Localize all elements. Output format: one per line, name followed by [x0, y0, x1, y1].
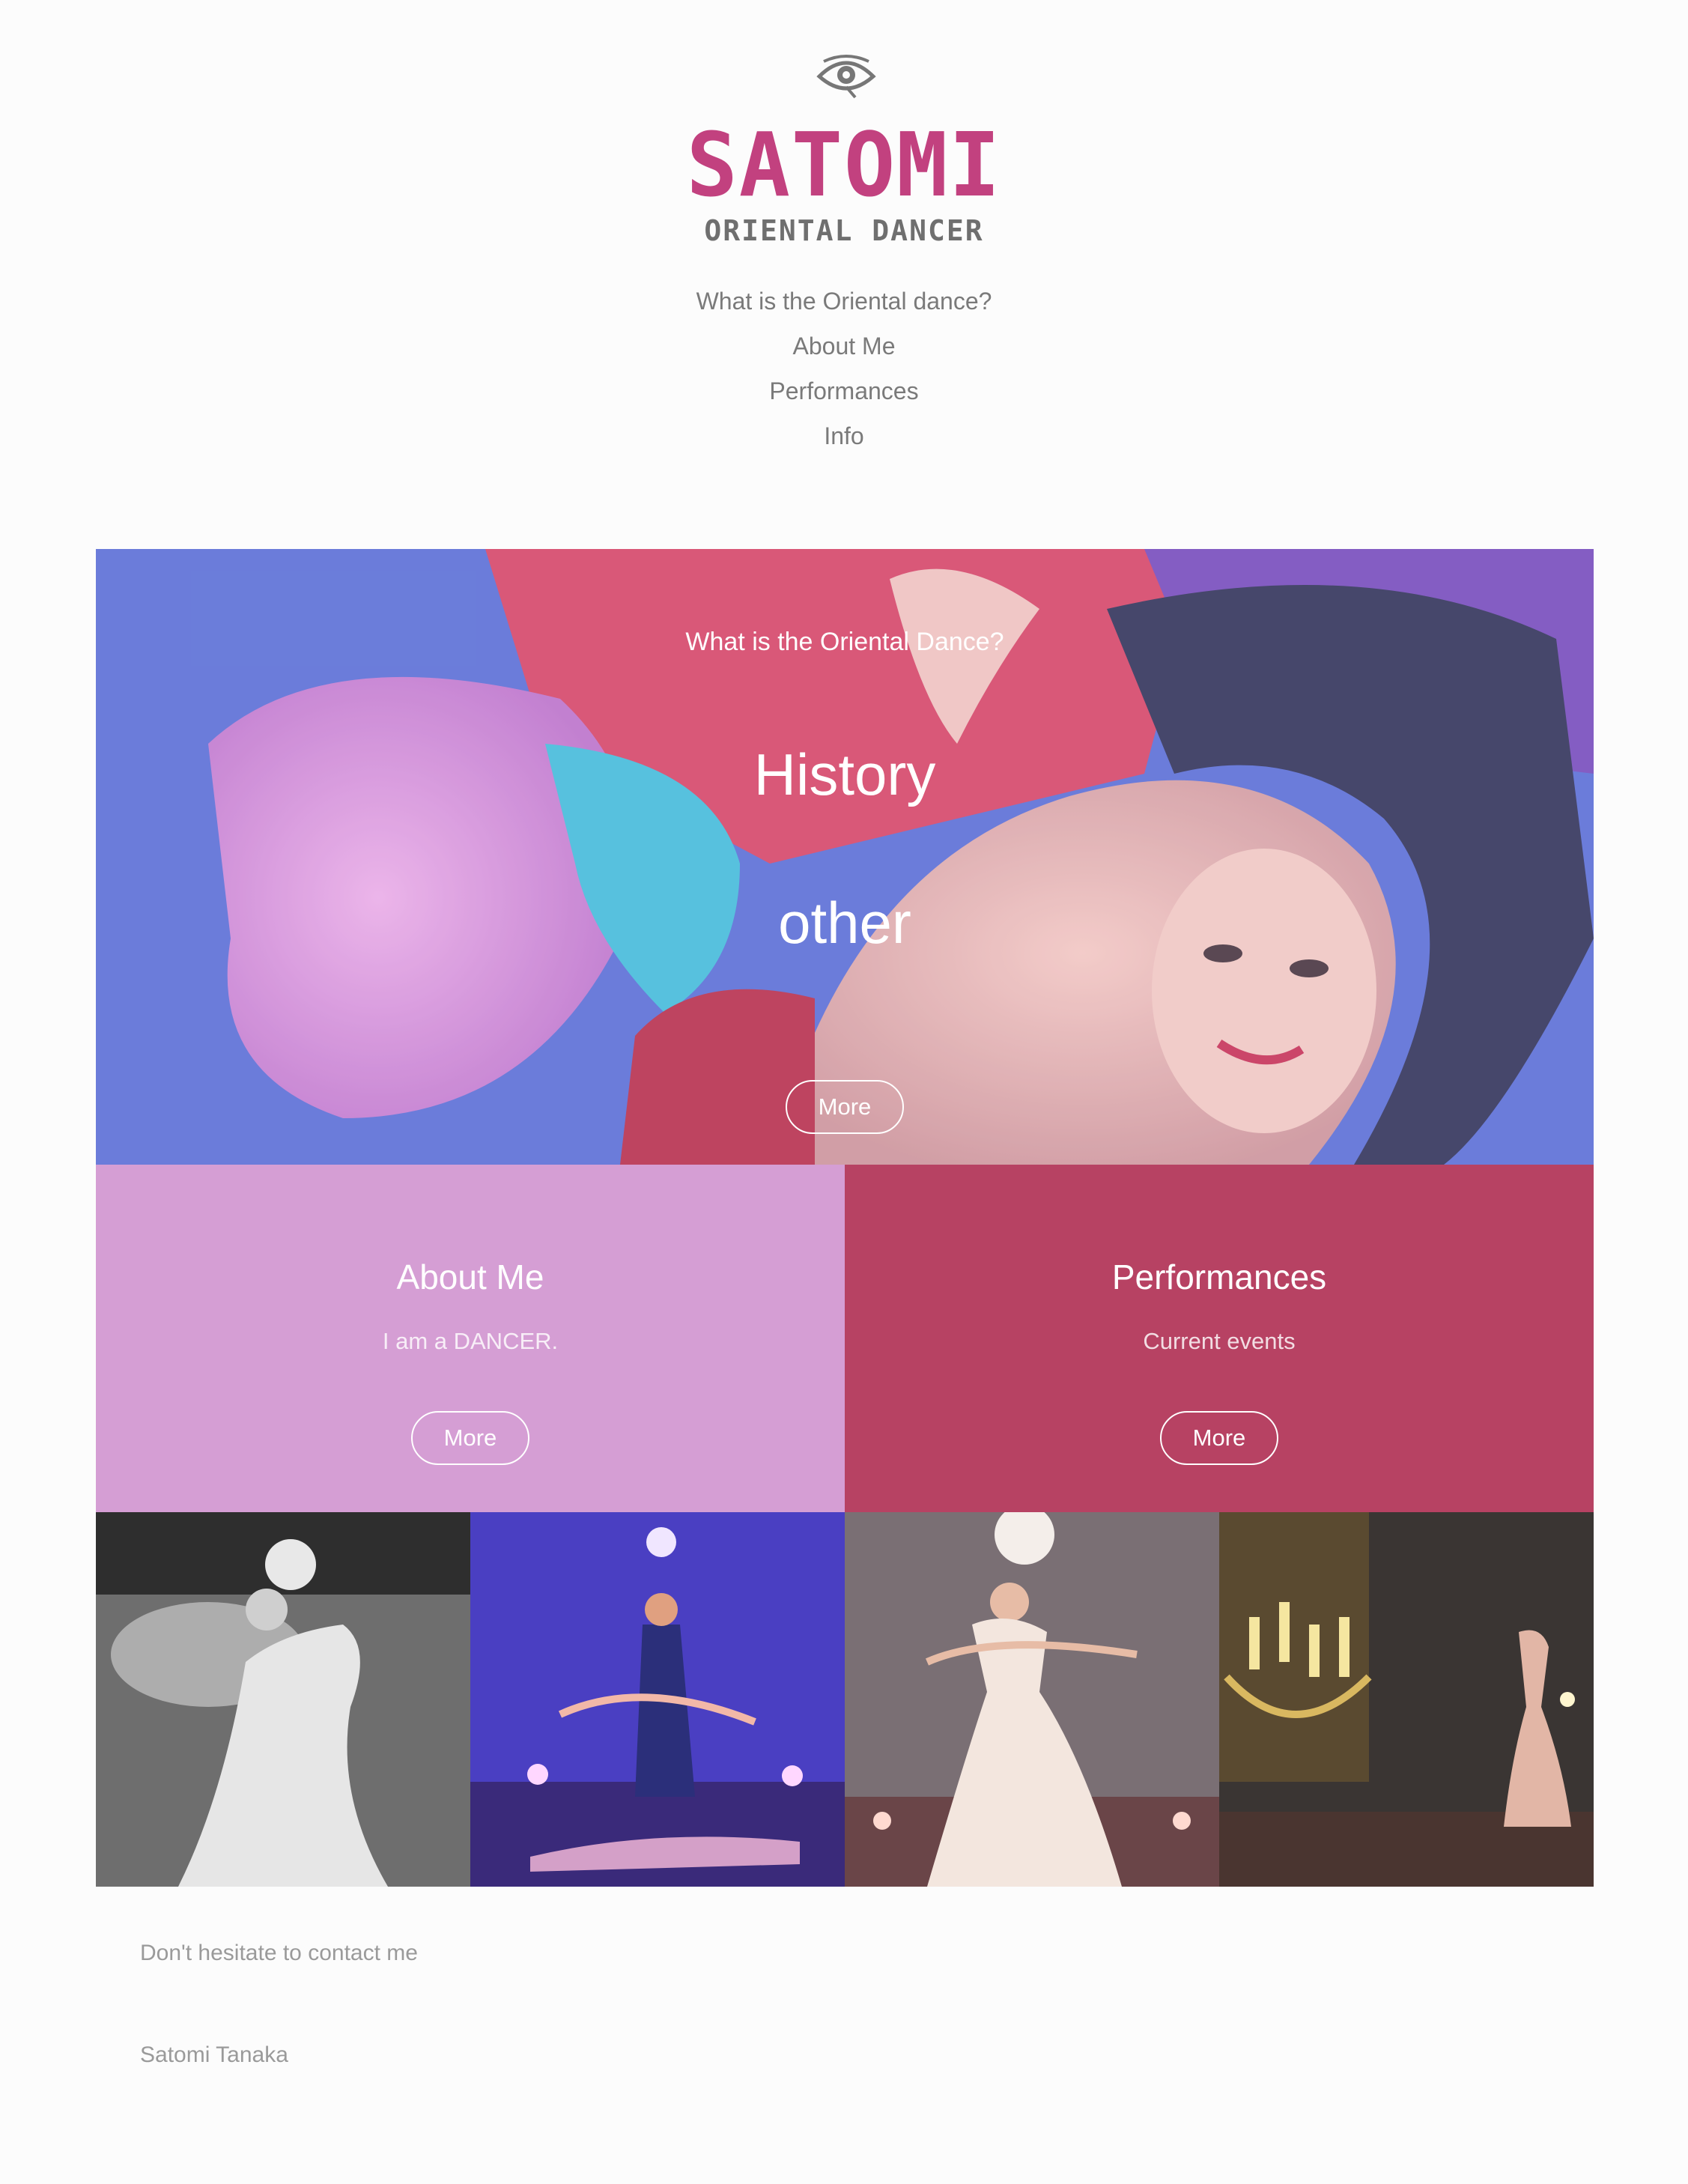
nav-item-info[interactable]: Info [0, 413, 1688, 458]
about-me-more-button[interactable]: More [411, 1411, 529, 1465]
nav-item-about-me[interactable]: About Me [0, 324, 1688, 368]
logo-subtitle: ORIENTAL DANCER [704, 214, 984, 247]
gallery-photo-bw-dancer[interactable] [96, 1512, 470, 1887]
gallery-photo-chandelier-stage[interactable] [1219, 1512, 1594, 1887]
hero-heading-history: History [753, 741, 936, 807]
performances-title: Performances [1111, 1258, 1327, 1296]
contact-prompt: Don't hesitate to contact me [140, 1941, 418, 1965]
gallery-photo-stage-group[interactable] [470, 1512, 845, 1887]
owner-name: Satomi Tanaka [140, 2042, 288, 2067]
nav-item-oriental-dance[interactable]: What is the Oriental dance? [0, 279, 1688, 324]
about-me-title: About Me [396, 1258, 544, 1296]
about-me-tile: About Me I am a DANCER. More [96, 1165, 845, 1512]
eye-icon [816, 55, 876, 99]
logo-title[interactable]: SATOMI [34, 120, 1654, 210]
main-nav: What is the Oriental dance? About Me Per… [0, 279, 1688, 458]
performances-more-button[interactable]: More [1160, 1411, 1278, 1465]
performances-tile: Performances Current events More [845, 1165, 1594, 1512]
hero-banner: What is the Oriental Dance? History othe… [96, 549, 1594, 1165]
photo-gallery [96, 1512, 1594, 1887]
hero-more-button[interactable]: More [786, 1080, 904, 1134]
nav-item-performances[interactable]: Performances [0, 368, 1688, 413]
hero-heading-other: other [778, 890, 911, 956]
performances-subtitle: Current events [1143, 1328, 1296, 1354]
gallery-photo-duo-dancers[interactable] [845, 1512, 1219, 1887]
hero-eyebrow: What is the Oriental Dance? [685, 628, 1004, 656]
about-me-subtitle: I am a DANCER. [382, 1328, 559, 1354]
